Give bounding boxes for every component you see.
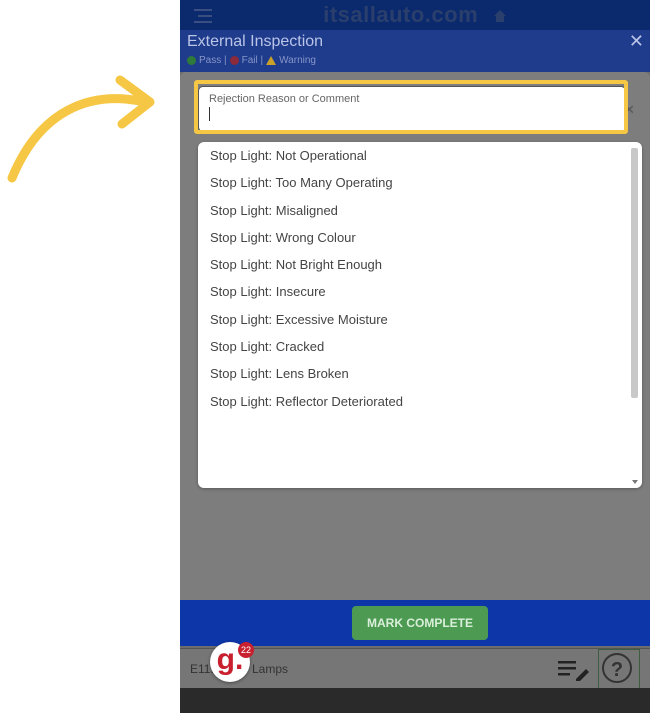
modal-title: External Inspection [187,33,324,50]
reason-option[interactable]: Stop Light: Lens Broken [198,360,642,387]
bottom-strip [180,688,650,713]
text-caret [209,107,210,121]
pass-dot-icon [187,56,196,65]
reason-option[interactable]: Stop Light: Excessive Moisture [198,306,642,333]
legend-warning: Warning [279,55,316,66]
modal-body: Stop Light: Not Operational Stop Light: … [180,72,650,644]
clear-input-icon[interactable]: ✕ [624,102,635,118]
scroll-down-arrow-icon[interactable] [632,480,638,484]
notification-count-badge: 22 [238,642,254,658]
legend-fail: Fail | [241,55,264,66]
annotation-arrow-icon [7,75,155,183]
rejection-reason-input-wrap: Rejection Reason or Comment [198,86,626,132]
reason-option[interactable]: Stop Light: Cracked [198,333,642,360]
rejection-reason-input[interactable] [207,107,611,127]
dropdown-scrollbar[interactable] [631,148,638,398]
legend-pass: Pass | [199,55,227,66]
fail-dot-icon [229,56,239,65]
phone-screen: itsallauto.com External Inspection ✕ Pas… [180,0,650,713]
warning-icon [266,56,277,65]
reason-option[interactable]: Stop Light: Not Operational [198,142,642,169]
help-icon[interactable]: ? [602,653,632,683]
top-bar: itsallauto.com [180,0,650,30]
home-icon[interactable] [493,9,507,23]
brand-title: itsallauto.com [180,2,650,28]
reason-option[interactable]: Stop Light: Insecure [198,278,642,305]
reason-dropdown: Stop Light: Not Operational Stop Light: … [198,142,642,488]
mark-complete-button[interactable]: MARK COMPLETE [352,606,488,640]
row-label: Lamps [252,662,289,676]
reason-option[interactable]: Stop Light: Reflector Deteriorated [198,388,642,415]
close-icon[interactable]: ✕ [629,30,644,52]
status-legend: Pass | Fail | Warning [187,55,316,66]
reason-option[interactable]: Stop Light: Not Bright Enough [198,251,642,278]
brand-text: itsallauto.com [323,2,479,27]
reason-option[interactable]: Stop Light: Too Many Operating [198,169,642,196]
modal-footer: MARK COMPLETE [180,600,650,646]
rejection-reason-label: Rejection Reason or Comment [209,93,360,105]
reason-list: Stop Light: Not Operational Stop Light: … [198,142,642,415]
reason-option[interactable]: Stop Light: Wrong Colour [198,224,642,251]
reason-option[interactable]: Stop Light: Misaligned [198,197,642,224]
list-edit-icon[interactable] [558,659,590,681]
modal-header: External Inspection ✕ Pass | Fail | Warn… [180,30,650,72]
